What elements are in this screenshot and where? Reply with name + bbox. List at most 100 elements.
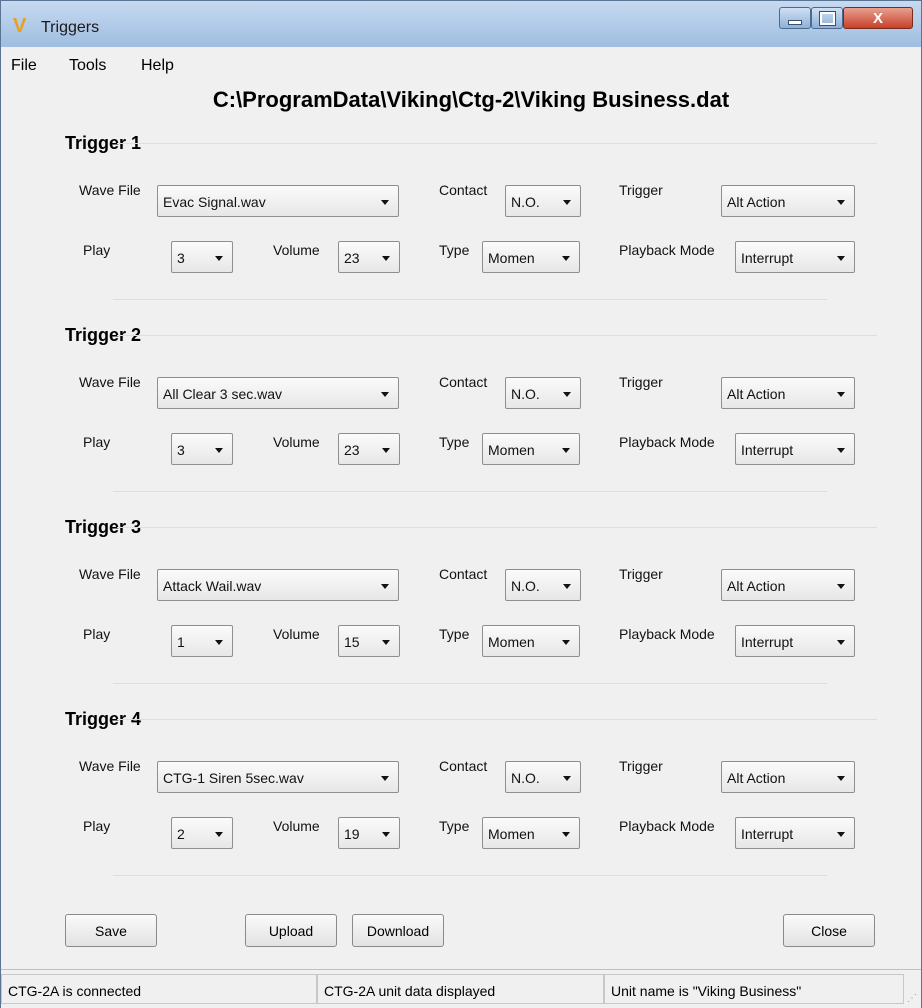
chevron-down-icon <box>837 200 845 205</box>
triggers-window: V Triggers X File Tools Help C:\ProgramD… <box>0 0 922 1008</box>
playback-mode-label: Playback Mode <box>619 818 715 834</box>
menu-help[interactable]: Help <box>141 57 174 75</box>
play-select[interactable]: 2 <box>171 817 233 849</box>
contact-label: Contact <box>439 182 488 198</box>
close-window-button[interactable]: X <box>843 7 913 29</box>
minimize-icon <box>788 19 802 25</box>
chevron-down-icon <box>381 776 389 781</box>
trigger-value: Alt Action <box>727 578 786 594</box>
trigger-group-1: Trigger 1 Wave File Evac Signal.wav Cont… <box>1 133 921 325</box>
volume-select[interactable]: 19 <box>338 817 400 849</box>
play-value: 3 <box>177 442 185 458</box>
chevron-down-icon <box>381 392 389 397</box>
contact-value: N.O. <box>511 194 540 210</box>
file-path-heading: C:\ProgramData\Viking\Ctg-2\Viking Busin… <box>212 87 730 112</box>
playback-mode-select[interactable]: Interrupt <box>735 433 855 465</box>
playback-mode-select[interactable]: Interrupt <box>735 625 855 657</box>
wave-file-label: Wave File <box>79 758 141 774</box>
volume-label: Volume <box>273 818 320 834</box>
type-label: Type <box>439 242 470 258</box>
playback-mode-value: Interrupt <box>741 250 794 266</box>
playback-mode-value: Interrupt <box>741 826 794 842</box>
type-select[interactable]: Momen <box>482 625 580 657</box>
contact-select[interactable]: N.O. <box>505 761 581 793</box>
chevron-down-icon <box>837 392 845 397</box>
close-icon: X <box>872 9 883 27</box>
chevron-down-icon <box>381 200 389 205</box>
volume-select[interactable]: 23 <box>338 241 400 273</box>
minimize-button[interactable] <box>779 7 811 29</box>
contact-value: N.O. <box>511 386 540 402</box>
type-label: Type <box>439 818 470 834</box>
play-value: 3 <box>177 250 185 266</box>
maximize-icon <box>818 10 836 26</box>
chevron-down-icon <box>837 256 845 261</box>
trigger-select[interactable]: Alt Action <box>721 569 855 601</box>
play-select[interactable]: 3 <box>171 241 233 273</box>
playback-mode-value: Interrupt <box>741 634 794 650</box>
viking-v-icon: V <box>13 15 27 37</box>
menu-tools[interactable]: Tools <box>69 57 106 75</box>
trigger-select[interactable]: Alt Action <box>721 761 855 793</box>
volume-label: Volume <box>273 626 320 642</box>
chevron-down-icon <box>215 256 223 261</box>
wave-file-select[interactable]: Attack Wail.wav <box>157 569 399 601</box>
volume-label: Volume <box>273 242 320 258</box>
contact-select[interactable]: N.O. <box>505 569 581 601</box>
download-button[interactable]: Download <box>352 914 444 947</box>
chevron-down-icon <box>837 832 845 837</box>
volume-value: 15 <box>344 634 360 650</box>
menu-file[interactable]: File <box>11 57 37 75</box>
trigger-value: Alt Action <box>727 770 786 786</box>
status-bar: CTG-2A is connected CTG-2A unit data dis… <box>1 969 921 1008</box>
maximize-button[interactable] <box>811 7 843 29</box>
contact-value: N.O. <box>511 578 540 594</box>
group-divider <box>117 143 877 144</box>
resize-grip-icon[interactable]: ⋰ <box>907 993 917 1004</box>
status-connection: CTG-2A is connected <box>1 974 317 1004</box>
chevron-down-icon <box>382 832 390 837</box>
contact-select[interactable]: N.O. <box>505 185 581 217</box>
chevron-down-icon <box>215 448 223 453</box>
window-title: Triggers <box>41 19 100 36</box>
save-button[interactable]: Save <box>65 914 157 947</box>
playback-mode-select[interactable]: Interrupt <box>735 241 855 273</box>
wave-file-label: Wave File <box>79 182 141 198</box>
play-select[interactable]: 3 <box>171 433 233 465</box>
type-value: Momen <box>488 826 535 842</box>
volume-value: 23 <box>344 442 360 458</box>
type-select[interactable]: Momen <box>482 433 580 465</box>
contact-label: Contact <box>439 374 488 390</box>
playback-mode-select[interactable]: Interrupt <box>735 817 855 849</box>
playback-mode-label: Playback Mode <box>619 626 715 642</box>
status-data: CTG-2A unit data displayed <box>317 974 604 1004</box>
wave-file-select[interactable]: CTG-1 Siren 5sec.wav <box>157 761 399 793</box>
chevron-down-icon <box>382 256 390 261</box>
status-unit-name: Unit name is "Viking Business" <box>604 974 904 1004</box>
chevron-down-icon <box>381 584 389 589</box>
type-value: Momen <box>488 634 535 650</box>
type-select[interactable]: Momen <box>482 241 580 273</box>
trigger-label: Trigger <box>619 182 663 198</box>
type-select[interactable]: Momen <box>482 817 580 849</box>
group-divider <box>117 719 877 720</box>
trigger-select[interactable]: Alt Action <box>721 377 855 409</box>
trigger-select[interactable]: Alt Action <box>721 185 855 217</box>
chevron-down-icon <box>563 200 571 205</box>
upload-button[interactable]: Upload <box>245 914 337 947</box>
wave-file-select[interactable]: All Clear 3 sec.wav <box>157 377 399 409</box>
play-value: 2 <box>177 826 185 842</box>
trigger-group-2: Trigger 2 Wave File All Clear 3 sec.wav … <box>1 325 921 517</box>
title-bar[interactable]: V Triggers X <box>1 1 921 47</box>
volume-select[interactable]: 15 <box>338 625 400 657</box>
close-button[interactable]: Close <box>783 914 875 947</box>
wave-file-value: Attack Wail.wav <box>163 578 262 594</box>
wave-file-value: Evac Signal.wav <box>163 194 266 210</box>
wave-file-select[interactable]: Evac Signal.wav <box>157 185 399 217</box>
menu-bar: File Tools Help <box>1 47 921 81</box>
contact-select[interactable]: N.O. <box>505 377 581 409</box>
trigger-value: Alt Action <box>727 386 786 402</box>
play-select[interactable]: 1 <box>171 625 233 657</box>
volume-select[interactable]: 23 <box>338 433 400 465</box>
trigger-value: Alt Action <box>727 194 786 210</box>
